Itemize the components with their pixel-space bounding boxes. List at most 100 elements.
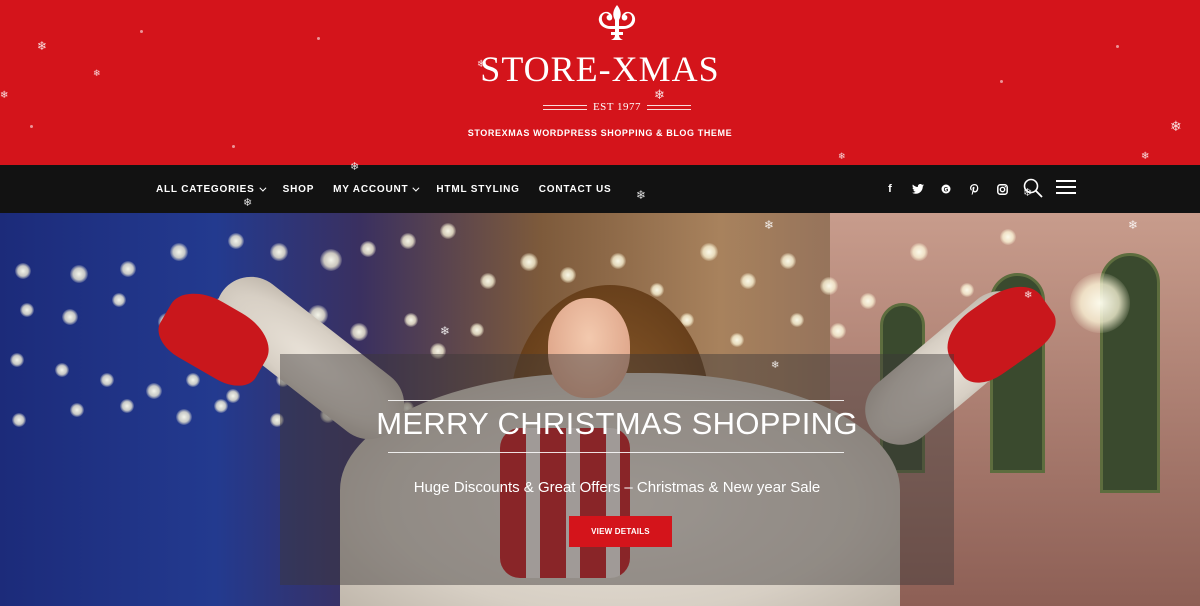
hero-subtitle: Huge Discounts & Great Offers – Christma… <box>413 479 821 496</box>
bokeh-light <box>480 273 496 289</box>
nav-item-contact-us[interactable]: CONTACT US <box>539 184 612 195</box>
bokeh-light <box>320 249 342 271</box>
bokeh-light <box>15 263 31 279</box>
pinterest-icon[interactable] <box>960 179 988 199</box>
bokeh-light <box>10 353 24 367</box>
bokeh-light <box>730 333 744 347</box>
snowflake-icon: ❄ <box>654 88 665 103</box>
chevron-down-icon <box>259 184 267 192</box>
bokeh-light <box>120 399 134 413</box>
bokeh-light <box>170 243 188 261</box>
bokeh-light <box>910 243 928 261</box>
bokeh-light <box>520 253 538 271</box>
snow-dot <box>1000 80 1003 83</box>
chevron-down-icon <box>412 184 420 192</box>
bokeh-light <box>70 265 88 283</box>
google-plus-icon[interactable]: G <box>932 179 960 199</box>
bokeh-light <box>120 261 136 277</box>
bokeh-light <box>146 383 162 399</box>
snow-dot <box>30 125 33 128</box>
nav-item-label: MY ACCOUNT <box>333 183 409 195</box>
snowflake-icon: ❄ <box>636 188 647 202</box>
nav-item-my-account[interactable]: MY ACCOUNT <box>333 183 420 195</box>
snowflake-icon: ❄ <box>1023 186 1033 199</box>
view-details-button[interactable]: VIEW DETAILS <box>569 516 672 547</box>
svg-text:G: G <box>944 187 949 193</box>
bokeh-light <box>62 309 78 325</box>
bokeh-light <box>700 243 718 261</box>
bokeh-light <box>214 399 228 413</box>
hamburger-menu-icon[interactable] <box>1056 180 1076 196</box>
caption-divider-top <box>388 400 844 401</box>
bokeh-light <box>610 253 626 269</box>
snow-dot <box>1116 45 1119 48</box>
snowflake-icon: ❄ <box>1141 151 1150 162</box>
bokeh-light <box>780 253 796 269</box>
instagram-icon[interactable] <box>988 179 1016 199</box>
snowflake-icon: ❄ <box>771 360 780 371</box>
bokeh-light <box>440 223 456 239</box>
bokeh-light <box>860 293 876 309</box>
snowflake-icon: ❄ <box>1024 290 1033 301</box>
bokeh-light <box>1070 273 1130 333</box>
snowflake-icon: ❄ <box>440 324 451 338</box>
main-navigation: ALL CATEGORIES SHOP MY ACCOUNT HTML STYL… <box>0 161 1200 213</box>
established-text: EST 1977 <box>592 101 642 113</box>
site-logo-text[interactable]: STORE-XMAS <box>0 49 1200 89</box>
snow-dot <box>232 145 235 148</box>
bokeh-light <box>20 303 34 317</box>
bokeh-light <box>176 409 192 425</box>
bokeh-light <box>740 273 756 289</box>
bokeh-light <box>830 323 846 339</box>
snowflake-icon: ❄ <box>1170 119 1182 135</box>
site-header: STORE-XMAS EST 1977 STOREXMAS WORDPRESS … <box>0 0 1200 165</box>
bokeh-light <box>228 233 244 249</box>
snowflake-icon: ❄ <box>477 59 486 70</box>
hero-caption-box <box>280 354 954 585</box>
snow-dot <box>317 37 320 40</box>
bokeh-light <box>70 403 84 417</box>
nav-item-label: HTML STYLING <box>436 183 520 195</box>
site-tagline: STOREXMAS WORDPRESS SHOPPING & BLOG THEM… <box>467 128 733 138</box>
bokeh-light <box>55 363 69 377</box>
nav-item-label: CONTACT US <box>538 183 612 195</box>
snow-dot <box>140 30 143 33</box>
bokeh-light <box>790 313 804 327</box>
fleur-de-lis-icon[interactable] <box>596 4 638 42</box>
snowflake-icon: ❄ <box>838 152 846 162</box>
bokeh-light <box>12 413 26 427</box>
nav-item-label: ALL CATEGORIES <box>156 183 255 195</box>
nav-item-label: SHOP <box>282 183 315 195</box>
decorative-line-left <box>542 104 587 110</box>
established-row: EST 1977 <box>540 99 694 115</box>
bokeh-light <box>360 241 376 257</box>
snowflake-icon: ❄ <box>1128 218 1139 232</box>
snowflake-icon: ❄ <box>0 90 9 101</box>
snowflake-icon: ❄ <box>243 196 253 209</box>
snowflake-icon: ❄ <box>350 160 360 173</box>
bokeh-light <box>100 373 114 387</box>
twitter-icon[interactable] <box>904 179 932 199</box>
facebook-icon[interactable]: f <box>876 179 904 199</box>
bokeh-light <box>820 277 838 295</box>
snowflake-icon: ❄ <box>764 218 775 232</box>
bokeh-light <box>226 389 240 403</box>
bokeh-light <box>112 293 126 307</box>
bokeh-light <box>400 233 416 249</box>
bokeh-light <box>270 243 288 261</box>
snowflake-icon: ❄ <box>93 69 101 79</box>
caption-divider-bottom <box>388 452 844 453</box>
bokeh-light <box>1000 229 1016 245</box>
snowflake-icon: ❄ <box>37 39 48 53</box>
nav-item-shop[interactable]: SHOP <box>283 184 315 195</box>
nav-menu: ALL CATEGORIES SHOP MY ACCOUNT HTML STYL… <box>156 165 631 213</box>
nav-item-html-styling[interactable]: HTML STYLING <box>436 184 519 195</box>
social-links: f G <box>876 165 1016 213</box>
bokeh-light <box>350 323 368 341</box>
hero-slider: MERRY CHRISTMAS SHOPPING Huge Discounts … <box>0 213 1200 606</box>
bokeh-light <box>650 283 664 297</box>
nav-item-all-categories[interactable]: ALL CATEGORIES <box>156 183 267 195</box>
bokeh-light <box>404 313 418 327</box>
bokeh-light <box>560 267 576 283</box>
bokeh-light <box>186 373 200 387</box>
